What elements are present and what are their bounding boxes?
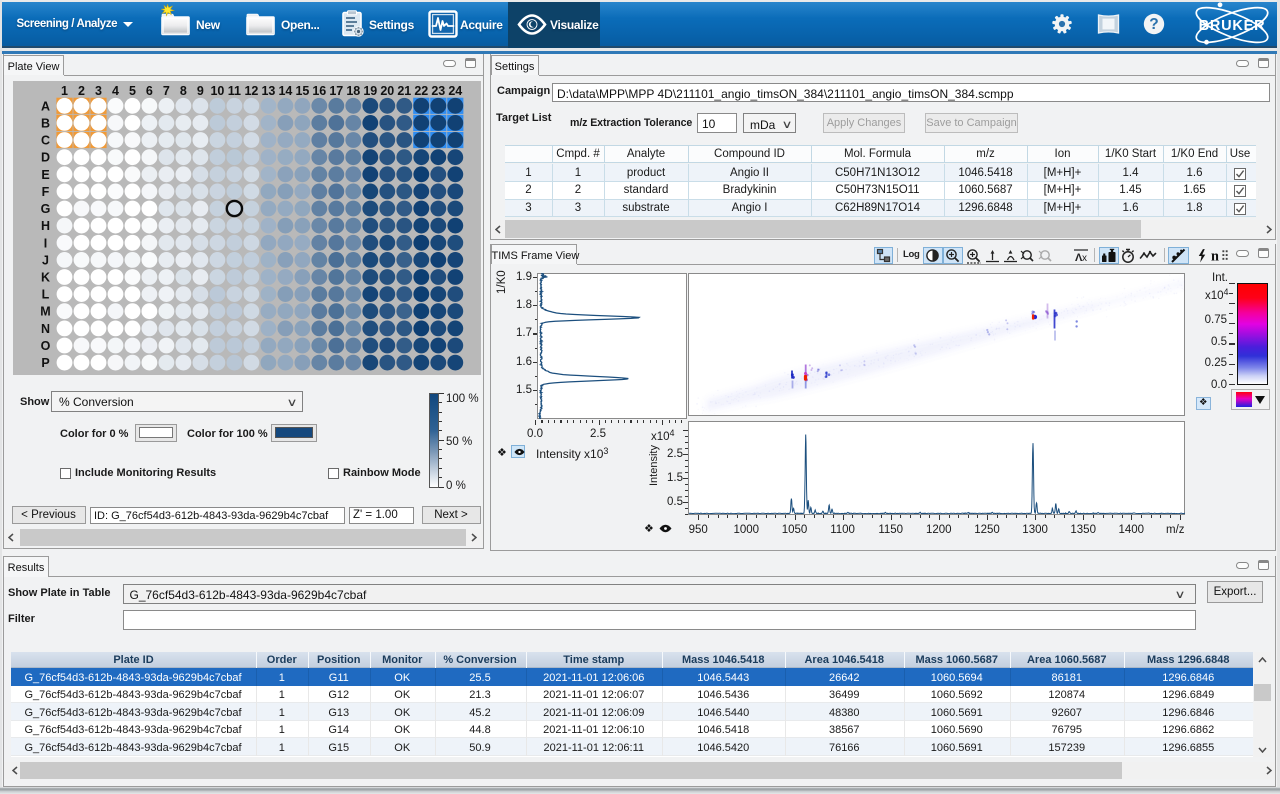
svg-text:M: M bbox=[40, 305, 50, 319]
svg-text:E: E bbox=[41, 168, 49, 182]
svg-text:O: O bbox=[41, 339, 51, 353]
svg-text:21: 21 bbox=[397, 84, 411, 98]
svg-text:D: D bbox=[41, 151, 50, 165]
svg-text:24: 24 bbox=[448, 84, 462, 98]
svg-text:G: G bbox=[41, 202, 51, 216]
svg-text:L: L bbox=[42, 288, 50, 302]
svg-text:C: C bbox=[41, 134, 50, 148]
svg-text:1: 1 bbox=[61, 84, 68, 98]
svg-text:3: 3 bbox=[95, 84, 102, 98]
svg-text:13: 13 bbox=[261, 84, 275, 98]
svg-text:15: 15 bbox=[295, 84, 309, 98]
svg-text:B: B bbox=[41, 116, 50, 130]
svg-text:K: K bbox=[41, 271, 50, 285]
svg-text:14: 14 bbox=[278, 84, 292, 98]
svg-text:F: F bbox=[42, 185, 50, 199]
svg-text:7: 7 bbox=[163, 84, 170, 98]
svg-text:I: I bbox=[44, 236, 47, 250]
svg-text:4: 4 bbox=[112, 84, 119, 98]
svg-text:J: J bbox=[42, 253, 49, 267]
svg-text:23: 23 bbox=[431, 84, 445, 98]
svg-text:H: H bbox=[41, 219, 50, 233]
svg-text:9: 9 bbox=[197, 84, 204, 98]
svg-text:P: P bbox=[41, 356, 49, 370]
svg-text:BRUKER: BRUKER bbox=[1199, 18, 1266, 34]
svg-text:16: 16 bbox=[312, 84, 326, 98]
svg-text:17: 17 bbox=[329, 84, 343, 98]
svg-text:11: 11 bbox=[228, 84, 241, 98]
svg-text:19: 19 bbox=[363, 84, 377, 98]
svg-text:n: n bbox=[1211, 248, 1219, 263]
svg-text:N: N bbox=[41, 322, 50, 336]
svg-text:18: 18 bbox=[346, 84, 360, 98]
svg-text:A: A bbox=[41, 99, 50, 113]
svg-text:10: 10 bbox=[210, 84, 224, 98]
svg-text:22: 22 bbox=[414, 84, 428, 98]
svg-text:8: 8 bbox=[180, 84, 187, 98]
svg-text:?: ? bbox=[1149, 16, 1158, 33]
svg-text:2: 2 bbox=[78, 84, 85, 98]
svg-text:20: 20 bbox=[380, 84, 394, 98]
svg-text:5: 5 bbox=[129, 84, 136, 98]
svg-text:12: 12 bbox=[244, 84, 258, 98]
svg-text:6: 6 bbox=[146, 84, 153, 98]
svg-text:x: x bbox=[1082, 253, 1087, 263]
